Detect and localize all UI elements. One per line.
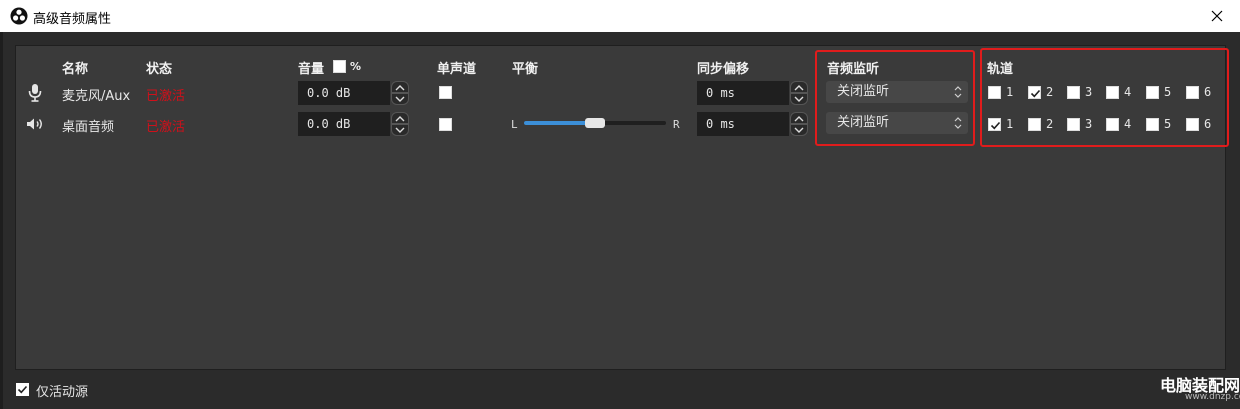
- track-5-checkbox[interactable]: [1146, 86, 1159, 99]
- window-edge: [0, 32, 3, 409]
- checkmark-icon: [1030, 89, 1041, 98]
- track-4-label: 4: [1124, 85, 1132, 99]
- volume-percent-checkbox[interactable]: [333, 60, 346, 73]
- track-6-label: 6: [1204, 117, 1212, 131]
- track-6-checkbox[interactable]: [1186, 86, 1199, 99]
- track-3-checkbox[interactable]: [1067, 118, 1080, 131]
- track-2-checkbox[interactable]: [1028, 86, 1041, 99]
- title-bar: 高级音频属性: [0, 0, 1240, 32]
- volume-stepper[interactable]: 0.0 dB: [298, 81, 410, 105]
- sync-up-button[interactable]: [790, 112, 808, 124]
- track-2-label: 2: [1046, 117, 1054, 131]
- track-1-checkbox[interactable]: [988, 118, 1001, 131]
- track-1-label: 1: [1006, 117, 1014, 131]
- header-volume-percent: %: [350, 60, 362, 73]
- source-status: 已激活: [146, 89, 186, 104]
- track-6-checkbox[interactable]: [1186, 118, 1199, 131]
- volume-input[interactable]: 0.0 dB: [298, 81, 390, 105]
- track-1-label: 1: [1006, 85, 1014, 99]
- volume-up-button[interactable]: [391, 81, 409, 93]
- source-name: 桌面音频: [62, 120, 115, 135]
- chevron-down-icon: [395, 96, 405, 102]
- header-volume: 音量: [298, 62, 325, 77]
- balance-slider-handle[interactable]: [585, 118, 605, 128]
- header-status: 状态: [146, 62, 173, 77]
- sync-down-button[interactable]: [790, 124, 808, 136]
- track-4-label: 4: [1124, 117, 1132, 131]
- chevron-down-icon: [794, 96, 804, 102]
- header-mono: 单声道: [437, 62, 477, 77]
- chevron-up-icon: [395, 85, 405, 91]
- volume-stepper[interactable]: 0.0 dB: [298, 112, 410, 136]
- sync-offset-stepper[interactable]: 0 ms: [697, 81, 809, 105]
- mono-checkbox[interactable]: [439, 86, 452, 99]
- speaker-icon: [27, 118, 42, 130]
- chevron-up-icon: [395, 116, 405, 122]
- header-name: 名称: [62, 62, 89, 77]
- watermark-url: www.dnzp.com: [1185, 392, 1240, 402]
- window-title: 高级音频属性: [33, 12, 112, 27]
- chevron-up-icon: [794, 85, 804, 91]
- track-3-checkbox[interactable]: [1067, 86, 1080, 99]
- volume-up-button[interactable]: [391, 112, 409, 124]
- track-6-label: 6: [1204, 85, 1212, 99]
- volume-down-button[interactable]: [391, 93, 409, 105]
- microphone-icon: [28, 84, 42, 102]
- track-4-checkbox[interactable]: [1106, 86, 1119, 99]
- track-3-label: 3: [1085, 85, 1093, 99]
- close-button[interactable]: [1194, 0, 1240, 32]
- chevron-down-icon: [794, 127, 804, 133]
- chevron-up-icon: [794, 116, 804, 122]
- track-1-checkbox[interactable]: [988, 86, 1001, 99]
- checkmark-icon: [17, 385, 28, 394]
- volume-input[interactable]: 0.0 dB: [298, 112, 390, 136]
- mono-checkbox[interactable]: [439, 118, 452, 131]
- checkmark-icon: [990, 121, 1001, 130]
- active-only-checkbox[interactable]: [16, 383, 29, 396]
- balance-left-label: L: [511, 118, 518, 131]
- source-name: 麦克风/Aux: [62, 89, 131, 104]
- sync-up-button[interactable]: [790, 81, 808, 93]
- close-icon: [1211, 10, 1223, 22]
- track-5-label: 5: [1164, 85, 1172, 99]
- active-only-label: 仅活动源: [36, 385, 89, 400]
- volume-down-button[interactable]: [391, 124, 409, 136]
- track-2-label: 2: [1046, 85, 1054, 99]
- header-balance: 平衡: [512, 62, 539, 77]
- track-2-checkbox[interactable]: [1028, 118, 1041, 131]
- monitoring-highlight-box: [815, 50, 975, 146]
- sync-offset-stepper[interactable]: 0 ms: [697, 112, 809, 136]
- sync-down-button[interactable]: [790, 93, 808, 105]
- track-4-checkbox[interactable]: [1106, 118, 1119, 131]
- sync-offset-input[interactable]: 0 ms: [697, 81, 789, 105]
- track-5-checkbox[interactable]: [1146, 118, 1159, 131]
- header-sync-offset: 同步偏移: [697, 62, 750, 77]
- sync-offset-input[interactable]: 0 ms: [697, 112, 789, 136]
- source-status: 已激活: [146, 120, 186, 135]
- track-3-label: 3: [1085, 117, 1093, 131]
- track-5-label: 5: [1164, 117, 1172, 131]
- obs-logo-icon: [10, 7, 28, 25]
- chevron-down-icon: [395, 127, 405, 133]
- balance-right-label: R: [673, 118, 680, 131]
